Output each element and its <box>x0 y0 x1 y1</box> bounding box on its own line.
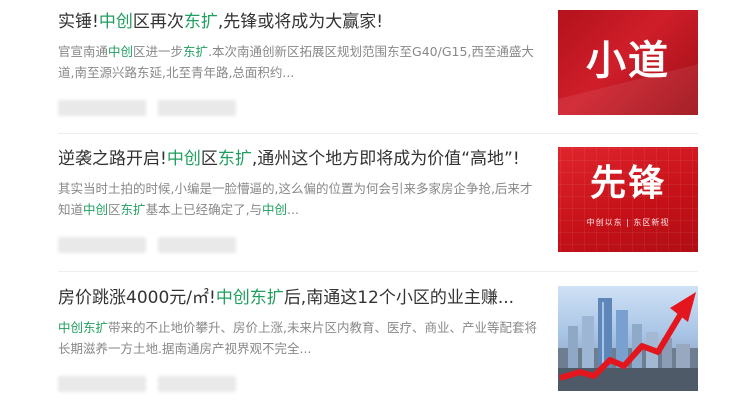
title-segment: ,先锋或将成为大赢家! <box>217 12 384 32</box>
article-item[interactable]: 逆袭之路开启!中创区东扩,通州这个地方即将成为价值“高地”! 其实当时土拍的时候… <box>0 137 749 274</box>
source-placeholder <box>58 100 146 116</box>
summary-keyword: 中创 <box>108 44 134 59</box>
news-feed: 实锤!中创区再次东扩,先锋或将成为大赢家! 官宣南通中创区进一步东扩.本次南通创… <box>0 0 749 413</box>
thumbnail-text: 先锋 <box>589 163 666 204</box>
article-title[interactable]: 逆袭之路开启!中创区东扩,通州这个地方即将成为价值“高地”! <box>58 147 540 171</box>
title-segment: 区 <box>200 149 218 169</box>
title-segment: ,通州这个地方即将成为价值“高地”! <box>251 149 520 169</box>
summary-keyword: 中创 <box>83 202 109 217</box>
article-summary: 其实当时土拍的时候,小编是一脸懵逼的,这么偏的位置为何会引来多家房企争抢,后来才… <box>58 178 540 220</box>
summary-keyword: 东扩 <box>183 44 209 59</box>
title-segment: 区再次 <box>132 12 184 32</box>
title-keyword: 东扩 <box>217 149 252 169</box>
time-placeholder <box>158 100 236 116</box>
article-item[interactable]: 实锤!中创区再次东扩,先锋或将成为大赢家! 官宣南通中创区进一步东扩.本次南通创… <box>0 0 749 137</box>
time-placeholder <box>158 376 236 392</box>
title-keyword: 中创 <box>166 149 201 169</box>
divider <box>58 133 698 134</box>
source-placeholder <box>58 237 146 253</box>
article-summary: 中创东扩带来的不止地价攀升、房价上涨,未来片区内教育、医疗、商业、产业等配套将长… <box>58 317 540 359</box>
title-segment: 实锤! <box>58 12 99 32</box>
summary-keyword: 中创东扩 <box>58 320 109 335</box>
source-placeholder <box>58 376 146 392</box>
article-summary: 官宣南通中创区进一步东扩.本次南通创新区拓展区规划范围东至G40/G15,西至通… <box>58 41 540 83</box>
title-segment: 房价跳涨4000元/㎡! <box>58 288 216 308</box>
summary-keyword: 中创 <box>262 202 288 217</box>
article-item[interactable]: 房价跳涨4000元/㎡!中创东扩后,南通这12个小区的业主赚... 中创东扩带来… <box>0 276 749 413</box>
summary-segment: 官宣南通 <box>58 44 109 59</box>
title-segment: 逆袭之路开启! <box>58 149 167 169</box>
title-keyword: 东扩 <box>183 12 218 32</box>
divider <box>58 271 698 272</box>
article-thumbnail[interactable]: 先锋 中创以东 | 东区新视 <box>558 147 698 252</box>
title-keyword: 中创 <box>98 12 133 32</box>
article-thumbnail[interactable]: 小道 <box>558 10 698 115</box>
thumbnail-text: 小道 <box>586 38 670 84</box>
article-thumbnail[interactable] <box>558 286 698 391</box>
summary-segment: 区进一步 <box>133 44 184 59</box>
thumbnail-subtext: 中创以东 | 东区新视 <box>586 218 670 227</box>
summary-segment: 区 <box>108 202 121 217</box>
title-keyword: 中创东扩 <box>215 288 284 308</box>
summary-segment: ... <box>287 202 299 217</box>
summary-keyword: 东扩 <box>120 202 146 217</box>
summary-segment: 带来的不止地价攀升、房价上涨,未来片区内教育、医疗、商业、产业等配套将长期滋养一… <box>58 320 537 356</box>
article-title[interactable]: 实锤!中创区再次东扩,先锋或将成为大赢家! <box>58 10 540 34</box>
title-segment: 后,南通这12个小区的业主赚... <box>283 288 515 308</box>
article-title[interactable]: 房价跳涨4000元/㎡!中创东扩后,南通这12个小区的业主赚... <box>58 286 540 310</box>
summary-segment: 基本上已经确定了,与 <box>145 202 263 217</box>
time-placeholder <box>158 237 236 253</box>
city-growth-arrow-image <box>558 292 698 391</box>
